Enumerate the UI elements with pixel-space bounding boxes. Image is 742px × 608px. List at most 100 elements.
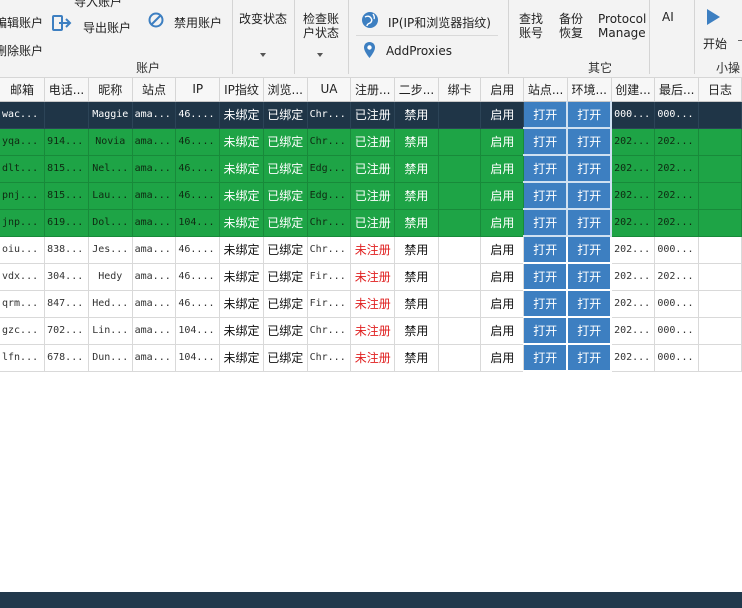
table-row[interactable]: jnp... 619... Dol... ama... 104... 未绑定 已绑定 Chr.… [0,209,742,237]
table-row[interactable]: yqa... 914... Novia ama... 46.... 未绑定 已绑定 Chr..… [0,128,742,156]
open-env-button[interactable]: 打开 [567,344,613,372]
table-row[interactable]: pnj... 815... Lau... ama... 46.... 未绑定 已绑定 Edg.… [0,182,742,210]
phone-cell: 847... [44,290,89,318]
browser-cell: 已绑定 [263,290,308,318]
check-account-status-button-line2[interactable]: 户状态 [303,24,339,41]
enable-cell: 启用 [480,128,525,156]
import-account-button[interactable]: 导入账户 [74,0,122,10]
table-row[interactable]: qrm... 847... Hed... ama... 46.... 未绑定 已绑定 Fir.… [0,290,742,318]
ip-fingerprint-button[interactable]: IP(IP和浏览器指纹) [388,14,491,31]
open-site-button[interactable]: 打开 [523,128,569,156]
check-status-dropdown-icon[interactable] [317,53,323,57]
site-cell: ama... [132,344,177,372]
column-header[interactable]: IP [175,78,221,102]
column-header[interactable]: 最后... [654,78,700,102]
delete-account-button[interactable]: 删除账户 [0,42,43,59]
change-status-button[interactable]: 改变状态 [239,10,287,27]
protocol-manage-button-line2[interactable]: Manage [598,26,646,40]
column-header[interactable]: 启用 [480,78,525,102]
open-site-button[interactable]: 打开 [523,182,569,210]
last-login-cell: 000... [654,317,700,345]
two-step-cell: 禁用 [394,209,439,237]
nickname-cell: Dol... [88,209,133,237]
column-header[interactable]: IP指纹 [219,78,264,102]
open-env-button[interactable]: 打开 [567,128,613,156]
table-row[interactable]: dlt... 815... Nel... ama... 46.... 未绑定 已绑定 Edg.… [0,155,742,183]
email-cell: vdx... [0,263,46,291]
open-site-button[interactable]: 打开 [523,101,569,129]
find-account-button-line2[interactable]: 账号 [519,24,543,41]
start-button[interactable]: 开始 [703,35,727,52]
open-site-button[interactable]: 打开 [523,263,569,291]
created-cell: 202... [611,209,656,237]
email-cell: yqa... [0,128,46,156]
enable-cell: 启用 [480,155,525,183]
open-site-button[interactable]: 打开 [523,290,569,318]
site-cell: ama... [132,317,177,345]
table-row[interactable]: oiu... 838... Jes... ama... 46.... 未绑定 已绑定 Chr.… [0,236,742,264]
protocol-manage-button-line1[interactable]: Protocol [598,12,646,26]
open-env-button[interactable]: 打开 [567,263,613,291]
column-header[interactable]: 站点... [523,78,568,102]
disable-account-button[interactable]: 禁用账户 [174,14,222,31]
browser-cell: 已绑定 [263,155,308,183]
browser-cell: 已绑定 [263,182,308,210]
ribbon-toolbar: 导入账户 编辑账户 删除账户 导出账户 禁用账户 账户 改变状态 检查账 户状态… [0,0,742,78]
bind-card-cell [438,155,482,183]
table-row[interactable]: gzc... 702... Lin... ama... 104... 未绑定 已绑定 Chr.… [0,317,742,345]
open-site-button[interactable]: 打开 [523,155,569,183]
open-site-button[interactable]: 打开 [523,344,569,372]
site-cell: ama... [132,101,177,129]
column-header[interactable]: 创建... [611,78,656,102]
open-env-button[interactable]: 打开 [567,101,613,129]
open-site-button[interactable]: 打开 [523,236,569,264]
table-row[interactable]: vdx... 304... Hedy ama... 46.... 未绑定 已绑定 Fir...… [0,263,742,291]
ai-button[interactable]: AI [662,10,674,24]
column-header[interactable]: 二步... [394,78,439,102]
column-header[interactable]: 站点 [132,78,177,102]
bind-card-cell [438,344,482,372]
table-row[interactable]: lfn... 678... Dun... ama... 104... 未绑定 已绑定 Chr.… [0,344,742,372]
ip-cell: 46.... [175,182,221,210]
column-header[interactable]: 邮箱 [0,78,46,102]
site-cell: ama... [132,290,177,318]
column-header[interactable]: 电话... [44,78,89,102]
ip-cell: 46.... [175,128,221,156]
open-env-button[interactable]: 打开 [567,317,613,345]
add-proxies-button[interactable]: AddProxies [386,44,452,58]
change-status-dropdown-icon[interactable] [260,53,266,57]
edit-account-button[interactable]: 编辑账户 [0,14,43,31]
open-site-button[interactable]: 打开 [523,209,569,237]
email-cell: jnp... [0,209,46,237]
table-row[interactable]: wac... Maggie ama... 46.... 未绑定 已绑定 Chr... 已注册禁… [0,101,742,129]
column-header[interactable]: 绑卡 [438,78,482,102]
column-header[interactable]: UA [307,78,352,102]
column-header[interactable]: 注册... [350,78,396,102]
open-env-button[interactable]: 打开 [567,209,613,237]
column-header[interactable]: 环境... [567,78,612,102]
column-header[interactable]: 昵称 [88,78,133,102]
open-site-button[interactable]: 打开 [523,317,569,345]
ip-fingerprint-cell: 未绑定 [219,263,264,291]
ribbon-separator [649,0,650,74]
register-status-cell: 未注册 [350,344,396,372]
ip-cell: 46.... [175,236,221,264]
enable-cell: 启用 [480,263,525,291]
accounts-table: 邮箱 电话... 昵称 站点 IP IP指纹 浏览... UA 注册... 二步... 绑卡 启用 站点… [0,78,742,372]
open-env-button[interactable]: 打开 [567,290,613,318]
table-body: wac... Maggie ama... 46.... 未绑定 已绑定 Chr... 已注册禁… [0,101,742,372]
location-pin-icon [364,42,375,58]
export-icon [52,15,72,31]
export-account-button[interactable]: 导出账户 [83,19,131,36]
register-status-cell: 未注册 [350,290,396,318]
open-env-button[interactable]: 打开 [567,236,613,264]
backup-restore-button-line2[interactable]: 恢复 [559,24,583,41]
column-header[interactable]: 日志 [698,78,742,102]
ip-cell: 46.... [175,290,221,318]
group-label-other: 其它 [588,61,613,75]
column-header[interactable]: 浏览... [263,78,308,102]
open-env-button[interactable]: 打开 [567,182,613,210]
open-env-button[interactable]: 打开 [567,155,613,183]
ua-cell: Chr... [307,317,352,345]
ip-fingerprint-cell: 未绑定 [219,182,264,210]
